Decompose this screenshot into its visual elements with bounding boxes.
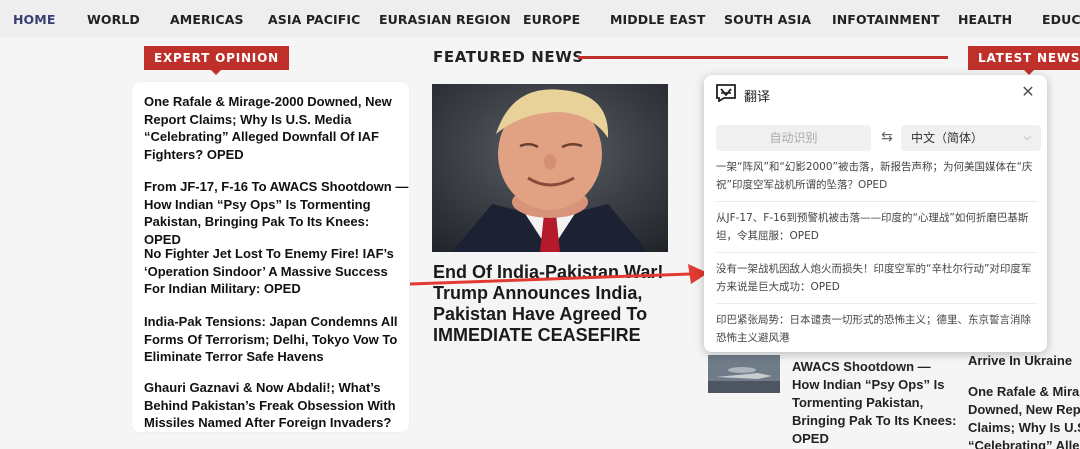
- result-divider: [716, 252, 1038, 253]
- translation-result: 从JF-17、F-16到预警机被击落——印度的“心理战”如何折磨巴基斯坦，令其屈…: [716, 212, 1029, 242]
- annotation-arrow: [409, 264, 708, 286]
- nav-europe[interactable]: EUROPE: [523, 12, 580, 27]
- latest-item-fragment[interactable]: Downed, New Repo: [968, 401, 1080, 419]
- article-headline[interactable]: AWACS Shootdown — How Indian “Psy Ops” I…: [792, 358, 957, 448]
- opinion-item[interactable]: India-Pak Tensions: Japan Condemns All F…: [144, 313, 409, 366]
- translation-result: 一架“阵风”和“幻影2000”被击落，新报告声称；为何美国媒体在“庆祝”印度空军…: [716, 161, 1033, 191]
- latest-item-fragment[interactable]: “Celebrating” Alle: [968, 437, 1080, 449]
- latest-item-fragment[interactable]: Claims; Why Is U.S: [968, 419, 1080, 437]
- nav-americas[interactable]: AMERICAS: [170, 12, 244, 27]
- latest-news-label[interactable]: LATEST NEWS: [968, 46, 1080, 75]
- expert-opinion-list: One Rafale & Mirage-2000 Downed, New Rep…: [132, 82, 409, 432]
- close-icon[interactable]: ✕: [1019, 83, 1037, 101]
- target-language-label: 中文（简体）: [911, 131, 984, 145]
- source-language-select[interactable]: 自动识别: [716, 125, 871, 151]
- nav-health[interactable]: HEALTH: [958, 12, 1012, 27]
- swap-languages-icon[interactable]: ⇆: [879, 129, 895, 145]
- expert-opinion-label[interactable]: EXPERT OPINION: [144, 46, 289, 75]
- translate-popup: 翻译 ✕ 自动识别 ⇆ 中文（简体） ⌵ 一架“阵风”和“幻影2000”被击落，…: [704, 75, 1047, 352]
- nav-infotainment[interactable]: INFOTAINMENT: [832, 12, 940, 27]
- target-language-select[interactable]: 中文（简体） ⌵: [901, 125, 1041, 151]
- chevron-down-icon: ⌵: [1023, 132, 1031, 143]
- portrait-photo: [432, 84, 668, 252]
- article-thumbnail[interactable]: [708, 355, 780, 393]
- latest-item-fragment[interactable]: One Rafale & Mira: [968, 383, 1080, 401]
- translation-result: 印巴紧张局势：日本谴责一切形式的恐怖主义；德里、东京誓言消除恐怖主义避风港: [716, 314, 1031, 344]
- nav-eurasian-region[interactable]: EURASIAN REGION: [379, 12, 511, 27]
- opinion-item[interactable]: No Fighter Jet Lost To Enemy Fire! IAF’s…: [144, 245, 409, 298]
- nav-middle-east[interactable]: MIDDLE EAST: [610, 12, 706, 27]
- nav-asia-pacific[interactable]: ASIA PACIFIC: [268, 12, 360, 27]
- top-nav: HOME WORLD AMERICAS ASIA PACIFIC EURASIA…: [0, 0, 1080, 38]
- translate-app-icon: [716, 84, 736, 102]
- nav-south-asia[interactable]: SOUTH ASIA: [724, 12, 811, 27]
- opinion-item[interactable]: From JF-17, F-16 To AWACS Shootdown — Ho…: [144, 178, 409, 248]
- nav-education[interactable]: EDUCA: [1042, 12, 1080, 27]
- result-divider: [716, 303, 1038, 304]
- latest-item-fragment[interactable]: Arrive In Ukraine: [968, 352, 1080, 370]
- nav-home[interactable]: HOME: [13, 12, 55, 27]
- featured-news-rule: [578, 56, 948, 59]
- featured-news-title: FEATURED NEWS: [433, 48, 584, 66]
- result-divider: [716, 201, 1038, 202]
- popup-title: 翻译: [744, 90, 771, 105]
- featured-news-image[interactable]: [432, 84, 668, 252]
- opinion-item[interactable]: One Rafale & Mirage-2000 Downed, New Rep…: [144, 93, 409, 163]
- nav-world[interactable]: WORLD: [87, 12, 140, 27]
- opinion-item[interactable]: Ghauri Gaznavi & Now Abdali!; What’s Beh…: [144, 379, 409, 432]
- aircraft-image: [708, 355, 780, 393]
- translation-result: 没有一架战机因敌人炮火而损失！印度空军的“辛杜尔行动”对印度军方来说是巨大成功：…: [716, 263, 1032, 293]
